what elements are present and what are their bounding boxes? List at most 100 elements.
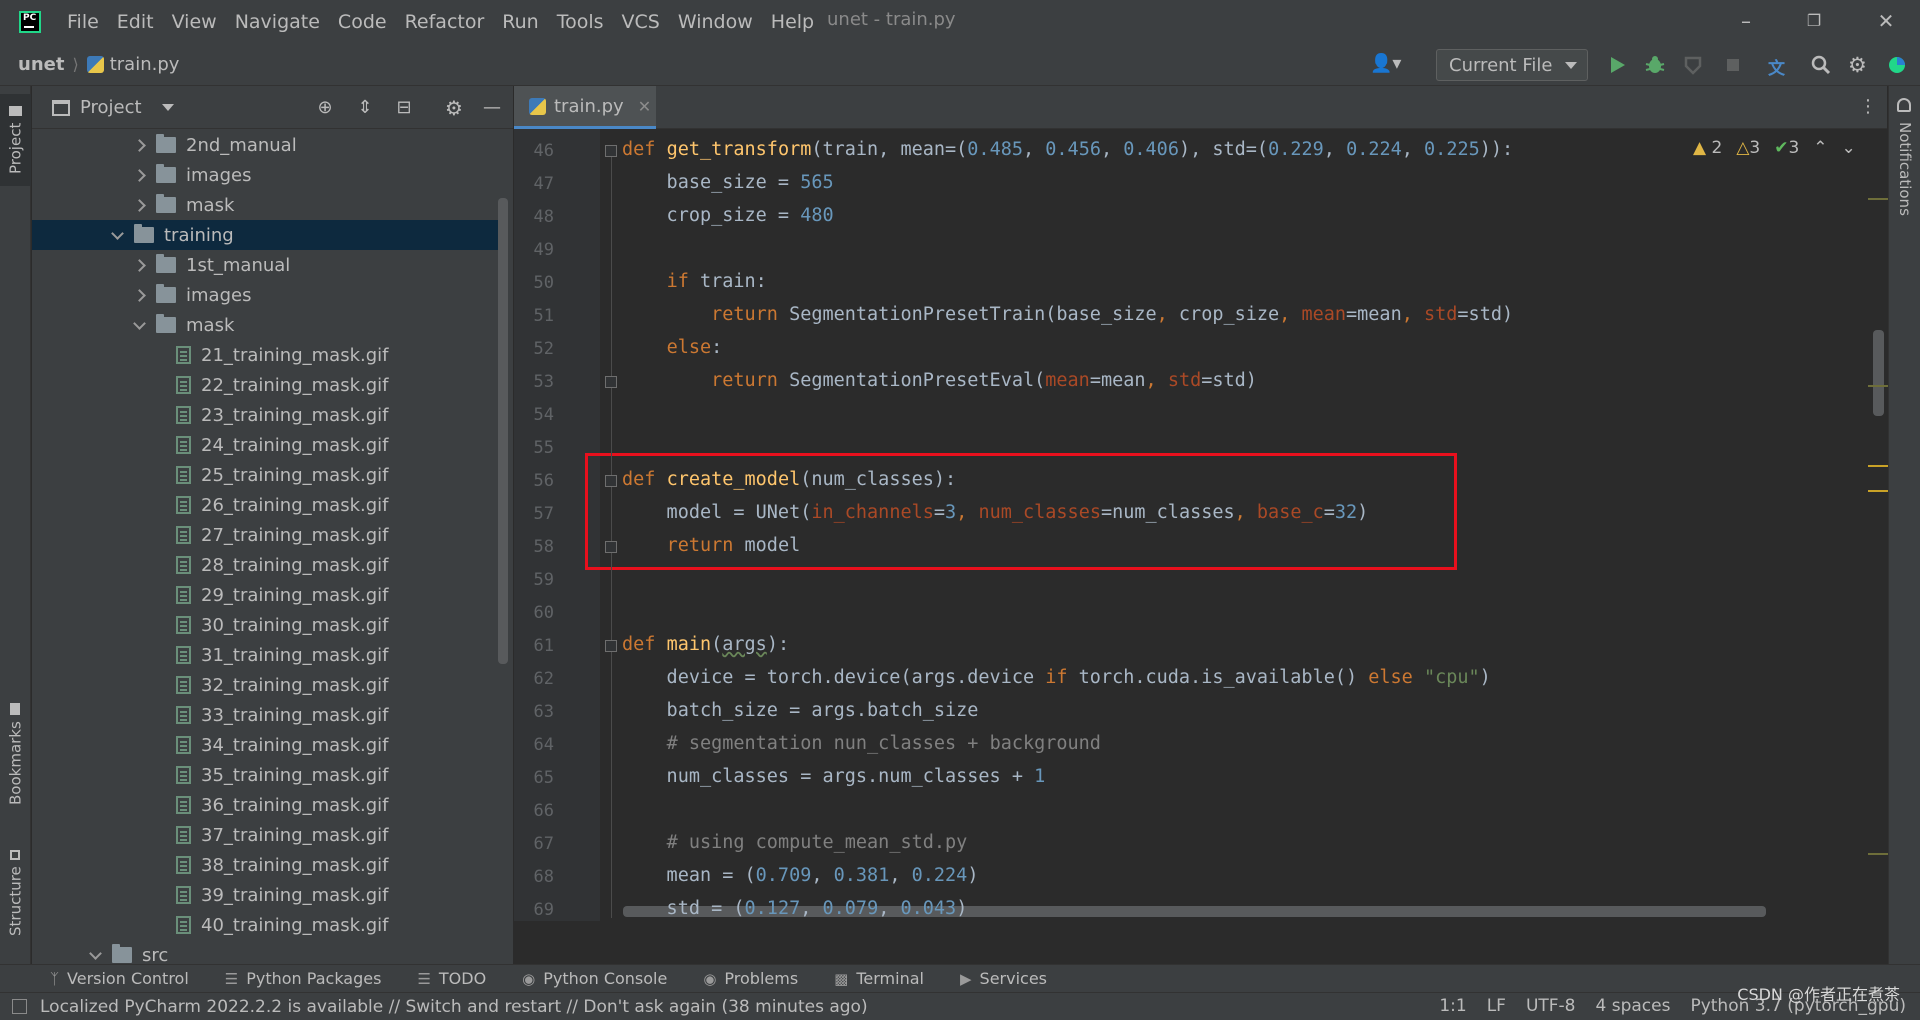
tree-file-item[interactable]: 27_training_mask.gif	[32, 520, 502, 550]
search-icon[interactable]	[1810, 54, 1832, 76]
code-line[interactable]: def create_model(num_classes):	[622, 469, 956, 490]
tree-file-item[interactable]: 38_training_mask.gif	[32, 850, 502, 880]
editor-vertical-scrollbar[interactable]	[1873, 330, 1884, 416]
tree-file-item[interactable]: 22_training_mask.gif	[32, 370, 502, 400]
tree-folder-item[interactable]: mask	[32, 310, 502, 340]
toolwindow-terminal[interactable]: ▩ Terminal	[834, 969, 924, 988]
toolwindow-todo[interactable]: ☰ TODO	[417, 969, 486, 988]
fold-marker-icon[interactable]	[605, 475, 617, 487]
project-panel-title[interactable]: Project	[80, 97, 142, 118]
close-window-icon[interactable]: ✕	[1872, 8, 1900, 34]
code-line[interactable]: return model	[622, 535, 801, 556]
hide-panel-icon[interactable]: —	[481, 97, 503, 119]
chevron-up-icon[interactable]: ⌃	[1813, 138, 1827, 158]
tree-folder-item[interactable]: mask	[32, 190, 502, 220]
code-line[interactable]: # segmentation nun_classes + background	[622, 733, 1101, 754]
tree-file-item[interactable]: 37_training_mask.gif	[32, 820, 502, 850]
project-tool-tab[interactable]: Project	[0, 94, 31, 186]
tree-file-item[interactable]: 30_training_mask.gif	[32, 610, 502, 640]
settings-gear-icon[interactable]: ⚙	[1848, 54, 1870, 76]
toolwindow-problems[interactable]: ◉ Problems	[703, 969, 798, 988]
toolwindow-python-console[interactable]: ◉ Python Console	[522, 969, 667, 988]
tree-file-item[interactable]: 29_training_mask.gif	[32, 580, 502, 610]
tree-folder-item[interactable]: images	[32, 280, 502, 310]
menu-file[interactable]: File	[67, 11, 99, 33]
tree-folder-item[interactable]: src	[32, 940, 502, 964]
chevron-down-icon[interactable]	[161, 103, 174, 111]
code-line[interactable]: base_size = 565	[622, 172, 834, 193]
close-tab-icon[interactable]: ✕	[638, 97, 651, 116]
minimize-icon[interactable]: –	[1732, 8, 1760, 34]
notifications-tool-tab[interactable]: Notifications	[1889, 122, 1920, 216]
bell-icon[interactable]	[1897, 98, 1911, 112]
breadcrumb-project[interactable]: unet	[18, 54, 64, 75]
menu-navigate[interactable]: Navigate	[235, 11, 320, 33]
code-line[interactable]: else:	[622, 337, 723, 358]
code-line[interactable]: crop_size = 480	[622, 205, 834, 226]
chevron-down-icon[interactable]	[132, 318, 146, 332]
debug-bug-icon[interactable]	[1644, 54, 1666, 76]
run-configuration-select[interactable]: Current File	[1436, 49, 1588, 81]
inspection-widget[interactable]: ▲ 2 △3 ✔3 ⌃ ⌄	[1693, 138, 1856, 158]
code-line[interactable]: std = (0.127, 0.079, 0.043)	[622, 898, 968, 919]
tree-scrollbar[interactable]	[498, 198, 508, 664]
toolwindow-version-control[interactable]: ᛉ Version Control	[50, 969, 189, 988]
collapse-all-icon[interactable]: ⊟	[393, 97, 415, 119]
toolwindow-services[interactable]: ▶ Services	[960, 969, 1047, 988]
menu-edit[interactable]: Edit	[117, 11, 154, 33]
indent-setting[interactable]: 4 spaces	[1596, 996, 1671, 1016]
menu-help[interactable]: Help	[771, 11, 814, 33]
code-line[interactable]: num_classes = args.num_classes + 1	[622, 766, 1046, 787]
chevron-down-icon[interactable]: ⌄	[1842, 138, 1856, 158]
locate-target-icon[interactable]: ⊕	[314, 97, 336, 119]
fold-marker-icon[interactable]	[605, 640, 617, 652]
code-line[interactable]: return SegmentationPresetTrain(base_size…	[622, 304, 1513, 325]
chevron-right-icon[interactable]	[132, 198, 146, 212]
tree-folder-item[interactable]: images	[32, 160, 502, 190]
bookmarks-tool-tab[interactable]: Bookmarks	[0, 694, 31, 814]
file-encoding[interactable]: UTF-8	[1526, 996, 1576, 1016]
code-line[interactable]: return SegmentationPresetEval(mean=mean,…	[622, 370, 1257, 391]
fold-marker-icon[interactable]	[605, 376, 617, 388]
chevron-down-icon[interactable]	[88, 948, 102, 962]
tree-file-item[interactable]: 24_training_mask.gif	[32, 430, 502, 460]
tree-file-item[interactable]: 36_training_mask.gif	[32, 790, 502, 820]
tab-train-py[interactable]: train.py ✕	[514, 86, 656, 129]
translate-icon[interactable]: 文	[1768, 54, 1790, 79]
coverage-icon[interactable]	[1682, 54, 1704, 76]
panel-settings-gear-icon[interactable]: ⚙	[443, 97, 465, 119]
tree-folder-item[interactable]: training	[32, 220, 502, 250]
tree-file-item[interactable]: 28_training_mask.gif	[32, 550, 502, 580]
code-line[interactable]: mean = (0.709, 0.381, 0.224)	[622, 865, 979, 886]
menu-view[interactable]: View	[172, 11, 217, 33]
tree-file-item[interactable]: 26_training_mask.gif	[32, 490, 502, 520]
status-message[interactable]: Localized PyCharm 2022.2.2 is available …	[40, 997, 868, 1017]
tree-file-item[interactable]: 21_training_mask.gif	[32, 340, 502, 370]
tree-file-item[interactable]: 31_training_mask.gif	[32, 640, 502, 670]
menu-run[interactable]: Run	[502, 11, 538, 33]
more-options-icon[interactable]: ⋮	[1859, 96, 1877, 117]
code-line[interactable]: batch_size = args.batch_size	[622, 700, 979, 721]
tree-file-item[interactable]: 23_training_mask.gif	[32, 400, 502, 430]
run-icon[interactable]	[1606, 54, 1628, 76]
tree-file-item[interactable]: 34_training_mask.gif	[32, 730, 502, 760]
code-line[interactable]: if train:	[622, 271, 767, 292]
code-line[interactable]: # using compute_mean_std.py	[622, 832, 968, 853]
code-line[interactable]: def main(args):	[622, 634, 789, 655]
breadcrumb-file[interactable]: train.py	[110, 54, 180, 75]
chevron-right-icon[interactable]	[132, 168, 146, 182]
toggle-tool-windows-icon[interactable]	[12, 999, 27, 1014]
restore-icon[interactable]: ❐	[1800, 8, 1828, 34]
chevron-down-icon[interactable]	[110, 228, 124, 242]
tree-file-item[interactable]: 35_training_mask.gif	[32, 760, 502, 790]
tree-file-item[interactable]: 39_training_mask.gif	[32, 880, 502, 910]
structure-tool-tab[interactable]: Structure	[0, 840, 31, 946]
chevron-right-icon[interactable]	[132, 258, 146, 272]
menu-refactor[interactable]: Refactor	[405, 11, 485, 33]
user-account-icon[interactable]: 👤▾	[1370, 53, 1410, 77]
tree-folder-item[interactable]: 1st_manual	[32, 250, 502, 280]
menu-code[interactable]: Code	[338, 11, 387, 33]
tree-folder-item[interactable]: 2nd_manual	[32, 130, 502, 160]
tree-file-item[interactable]: 33_training_mask.gif	[32, 700, 502, 730]
fold-marker-icon[interactable]	[605, 145, 617, 157]
